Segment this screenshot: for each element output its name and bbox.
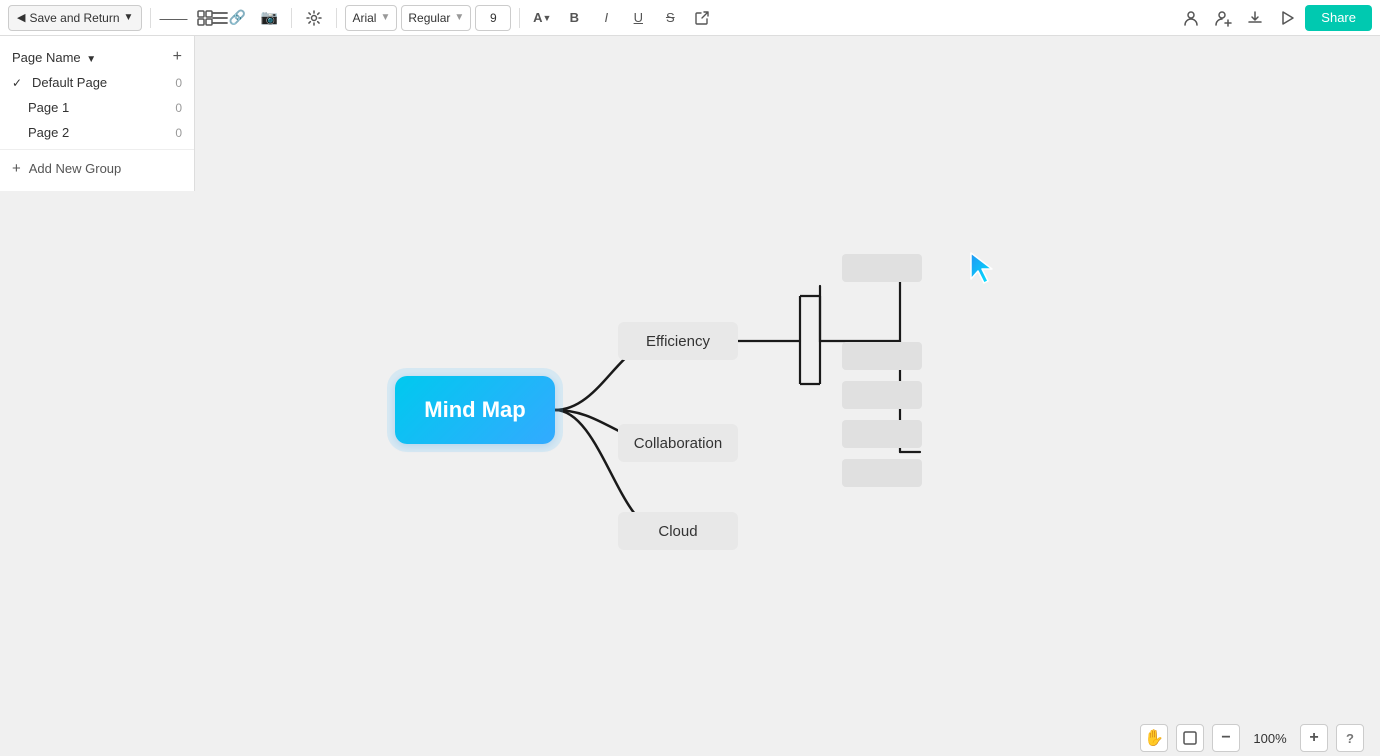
sep1: [150, 8, 151, 28]
dropdown-arrow-icon: ▼: [124, 12, 134, 23]
add-new-group-button[interactable]: + Add New Group: [0, 154, 194, 183]
check-icon: ✓: [12, 76, 28, 90]
font-color-dropdown: ▼: [543, 13, 552, 23]
help-button[interactable]: ?: [1336, 724, 1364, 752]
connect-icon[interactable]: ——: [159, 5, 187, 31]
cursor-icon: [968, 251, 998, 292]
user-plus-icon[interactable]: [1209, 5, 1237, 31]
arrow-left-icon: ◀: [17, 11, 25, 24]
font-color-icon: A: [533, 10, 542, 25]
bold-icon: B: [570, 10, 579, 25]
plus-icon: +: [12, 160, 21, 177]
sep4: [519, 8, 520, 28]
zoom-in-button[interactable]: +: [1300, 724, 1328, 752]
mindmap-center-label: Mind Map: [424, 397, 525, 423]
mindmap-collaboration-node[interactable]: Collaboration: [618, 424, 738, 462]
sub-node-2[interactable]: [842, 342, 922, 370]
default-page-count: 0: [175, 76, 182, 90]
font-style-label: Regular: [408, 11, 450, 25]
bottom-bar: ✋ − 100% + ?: [0, 720, 1380, 756]
hand-tool-button[interactable]: ✋: [1140, 724, 1168, 752]
frame-button[interactable]: [1176, 724, 1204, 752]
zoom-out-button[interactable]: −: [1212, 724, 1240, 752]
italic-button[interactable]: I: [592, 5, 620, 31]
strikethrough-button[interactable]: S: [656, 5, 684, 31]
bold-button[interactable]: B: [560, 5, 588, 31]
panel-item-page2[interactable]: Page 2 0: [0, 120, 194, 145]
mindmap-connections: [0, 36, 1380, 756]
font-size-value: 9: [490, 11, 497, 25]
sub-node-3[interactable]: [842, 381, 922, 409]
image-icon[interactable]: 📷: [255, 5, 283, 31]
toolbar-right: Share: [1177, 5, 1372, 31]
save-return-label: Save and Return: [29, 11, 119, 25]
underline-icon: U: [634, 10, 643, 25]
font-family-label: Arial: [352, 11, 376, 25]
italic-icon: I: [604, 10, 608, 25]
page2-count: 0: [175, 126, 182, 140]
settings-icon[interactable]: [300, 5, 328, 31]
panel-item-default-page[interactable]: ✓ Default Page 0: [0, 70, 194, 95]
download-icon[interactable]: [1241, 5, 1269, 31]
mindmap-center-node[interactable]: Mind Map: [395, 376, 555, 444]
share-label: Share: [1321, 10, 1356, 25]
page1-count: 0: [175, 101, 182, 115]
cloud-label: Cloud: [658, 523, 697, 540]
font-size-input[interactable]: 9: [475, 5, 511, 31]
share-button[interactable]: Share: [1305, 5, 1372, 31]
user-search-icon[interactable]: [1177, 5, 1205, 31]
sep2: [291, 8, 292, 28]
panel-add-icon[interactable]: +: [173, 48, 182, 66]
panel-title-arrow: ▼: [86, 54, 96, 65]
mindmap-cloud-node[interactable]: Cloud: [618, 512, 738, 550]
canvas-area[interactable]: Mind Map Efficiency Collaboration Cloud: [0, 36, 1380, 756]
page2-label: Page 2: [28, 125, 69, 140]
sub-node-5[interactable]: [842, 459, 922, 487]
play-icon[interactable]: [1273, 5, 1301, 31]
sub-node-1[interactable]: [842, 254, 922, 282]
underline-button[interactable]: U: [624, 5, 652, 31]
list-view-icon[interactable]: [210, 8, 230, 33]
font-style-arrow: ▼: [454, 12, 464, 23]
add-new-group-label: Add New Group: [29, 161, 122, 176]
external-link-button[interactable]: [688, 5, 716, 31]
top-toolbar: ◀ Save and Return ▼ —— 🔗 📷 Arial ▼ Regul…: [0, 0, 1380, 36]
strikethrough-icon: S: [666, 10, 675, 25]
collaboration-label: Collaboration: [634, 435, 722, 452]
sub-node-4[interactable]: [842, 420, 922, 448]
mindmap-efficiency-node[interactable]: Efficiency: [618, 322, 738, 360]
save-return-button[interactable]: ◀ Save and Return ▼: [8, 5, 142, 31]
panel-title: Page Name ▼: [12, 50, 96, 65]
left-panel: Page Name ▼ + ✓ Default Page 0 Page 1 0 …: [0, 36, 195, 191]
font-style-select[interactable]: Regular ▼: [401, 5, 471, 31]
zoom-percentage: 100%: [1248, 731, 1292, 746]
font-family-select[interactable]: Arial ▼: [345, 5, 397, 31]
sep3: [336, 8, 337, 28]
panel-item-page1[interactable]: Page 1 0: [0, 95, 194, 120]
font-family-arrow: ▼: [380, 12, 390, 23]
panel-header: Page Name ▼ +: [0, 44, 194, 70]
font-color-button[interactable]: A ▼: [528, 5, 556, 31]
efficiency-label: Efficiency: [646, 333, 710, 350]
default-page-label: Default Page: [32, 75, 107, 90]
page1-label: Page 1: [28, 100, 69, 115]
